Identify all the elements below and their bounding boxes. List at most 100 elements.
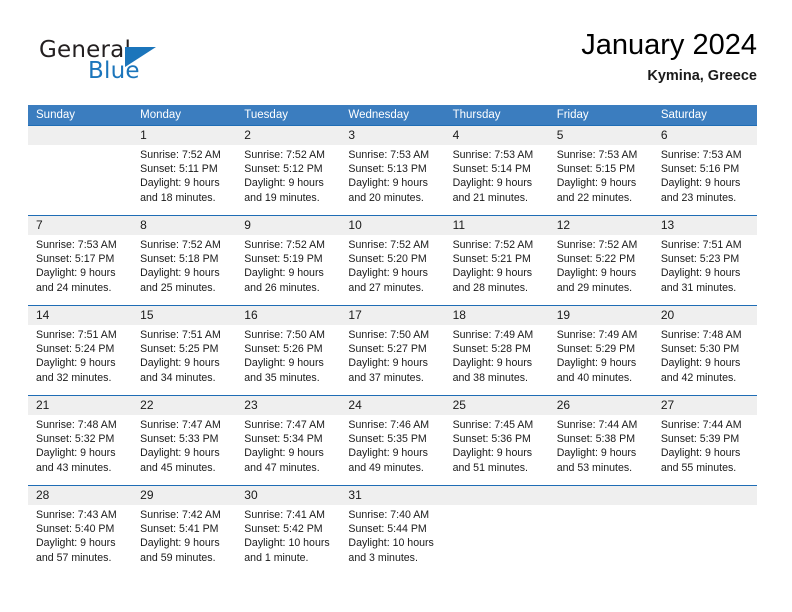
- day-number[interactable]: 17: [340, 306, 444, 325]
- sunset-text: Sunset: 5:19 PM: [244, 253, 323, 266]
- day-number[interactable]: [445, 486, 549, 505]
- daylight-text-line1: Daylight: 9 hours: [348, 267, 428, 280]
- day-cell[interactable]: Sunrise: 7:51 AM Sunset: 5:25 PM Dayligh…: [132, 325, 236, 395]
- day-cell[interactable]: Sunrise: 7:52 AM Sunset: 5:20 PM Dayligh…: [340, 235, 444, 305]
- daylight-text-line1: Daylight: 9 hours: [244, 267, 324, 280]
- day-cell[interactable]: Sunrise: 7:52 AM Sunset: 5:11 PM Dayligh…: [132, 145, 236, 215]
- sunrise-text: Sunrise: 7:53 AM: [348, 149, 430, 161]
- daylight-text-line2: and 31 minutes.: [660, 281, 737, 294]
- day-number[interactable]: 22: [132, 396, 236, 415]
- day-cell[interactable]: Sunrise: 7:51 AM Sunset: 5:24 PM Dayligh…: [28, 325, 132, 395]
- day-cell[interactable]: Sunrise: 7:53 AM Sunset: 5:15 PM Dayligh…: [549, 145, 653, 215]
- day-number[interactable]: 7: [28, 216, 132, 235]
- day-cell[interactable]: Sunrise: 7:53 AM Sunset: 5:13 PM Dayligh…: [340, 145, 444, 215]
- sunrise-text: Sunrise: 7:48 AM: [660, 329, 742, 341]
- day-cell[interactable]: Sunrise: 7:44 AM Sunset: 5:39 PM Dayligh…: [653, 415, 757, 485]
- daylight-text-line2: and 45 minutes.: [140, 461, 216, 474]
- day-cell[interactable]: Sunrise: 7:45 AM Sunset: 5:36 PM Dayligh…: [445, 415, 549, 485]
- day-number[interactable]: 20: [653, 306, 757, 325]
- day-number[interactable]: 6: [653, 126, 757, 145]
- daylight-text-line1: Daylight: 9 hours: [140, 177, 220, 190]
- day-cell[interactable]: Sunrise: 7:46 AM Sunset: 5:35 PM Dayligh…: [340, 415, 444, 485]
- daylight-text-line2: and 3 minutes.: [348, 551, 418, 564]
- day-cell[interactable]: Sunrise: 7:48 AM Sunset: 5:30 PM Dayligh…: [653, 325, 757, 395]
- day-number[interactable]: 26: [549, 396, 653, 415]
- day-number[interactable]: 23: [236, 396, 340, 415]
- day-cell[interactable]: Sunrise: 7:52 AM Sunset: 5:12 PM Dayligh…: [236, 145, 340, 215]
- sunrise-text: Sunrise: 7:47 AM: [140, 419, 221, 431]
- daylight-text-line2: and 35 minutes.: [244, 371, 320, 384]
- day-number[interactable]: 16: [236, 306, 340, 325]
- day-cell[interactable]: Sunrise: 7:42 AM Sunset: 5:41 PM Dayligh…: [132, 505, 236, 575]
- day-cell[interactable]: Sunrise: 7:48 AM Sunset: 5:32 PM Dayligh…: [28, 415, 132, 485]
- sunset-text: Sunset: 5:41 PM: [140, 523, 219, 536]
- day-number[interactable]: 10: [340, 216, 444, 235]
- day-cell[interactable]: Sunrise: 7:44 AM Sunset: 5:38 PM Dayligh…: [549, 415, 653, 485]
- day-cell[interactable]: Sunrise: 7:43 AM Sunset: 5:40 PM Dayligh…: [28, 505, 132, 575]
- day-cell[interactable]: Sunrise: 7:49 AM Sunset: 5:29 PM Dayligh…: [549, 325, 653, 395]
- day-number[interactable]: 18: [445, 306, 549, 325]
- day-cell[interactable]: Sunrise: 7:49 AM Sunset: 5:28 PM Dayligh…: [445, 325, 549, 395]
- daylight-text-line2: and 1 minute.: [244, 551, 309, 564]
- sunset-text: Sunset: 5:18 PM: [140, 253, 219, 266]
- day-number[interactable]: 5: [549, 126, 653, 145]
- week-detail-row: Sunrise: 7:51 AM Sunset: 5:24 PM Dayligh…: [28, 325, 757, 395]
- day-cell[interactable]: Sunrise: 7:50 AM Sunset: 5:26 PM Dayligh…: [236, 325, 340, 395]
- day-cell[interactable]: Sunrise: 7:40 AM Sunset: 5:44 PM Dayligh…: [340, 505, 444, 575]
- day-number[interactable]: 19: [549, 306, 653, 325]
- day-number[interactable]: [653, 486, 757, 505]
- brand-logo[interactable]: General Blue: [28, 32, 248, 94]
- day-cell[interactable]: [445, 505, 549, 575]
- day-cell[interactable]: Sunrise: 7:47 AM Sunset: 5:34 PM Dayligh…: [236, 415, 340, 485]
- day-cell[interactable]: Sunrise: 7:52 AM Sunset: 5:22 PM Dayligh…: [549, 235, 653, 305]
- day-number[interactable]: [28, 126, 132, 145]
- day-cell[interactable]: Sunrise: 7:52 AM Sunset: 5:19 PM Dayligh…: [236, 235, 340, 305]
- day-number[interactable]: 2: [236, 126, 340, 145]
- day-number[interactable]: 12: [549, 216, 653, 235]
- day-number[interactable]: 9: [236, 216, 340, 235]
- day-cell[interactable]: Sunrise: 7:51 AM Sunset: 5:23 PM Dayligh…: [653, 235, 757, 305]
- sunset-text: Sunset: 5:28 PM: [452, 343, 531, 356]
- day-number[interactable]: 30: [236, 486, 340, 505]
- day-number[interactable]: 27: [653, 396, 757, 415]
- day-cell[interactable]: [653, 505, 757, 575]
- daylight-text-line1: Daylight: 9 hours: [244, 177, 324, 190]
- day-cell[interactable]: Sunrise: 7:47 AM Sunset: 5:33 PM Dayligh…: [132, 415, 236, 485]
- sunrise-text: Sunrise: 7:46 AM: [348, 419, 430, 431]
- day-cell[interactable]: Sunrise: 7:53 AM Sunset: 5:16 PM Dayligh…: [653, 145, 757, 215]
- day-number[interactable]: 11: [445, 216, 549, 235]
- sunrise-text: Sunrise: 7:41 AM: [244, 509, 325, 521]
- weekday-header-friday: Friday: [556, 109, 589, 121]
- day-cell[interactable]: Sunrise: 7:41 AM Sunset: 5:42 PM Dayligh…: [236, 505, 340, 575]
- day-number[interactable]: 28: [28, 486, 132, 505]
- day-cell[interactable]: Sunrise: 7:53 AM Sunset: 5:17 PM Dayligh…: [28, 235, 132, 305]
- day-number[interactable]: 8: [132, 216, 236, 235]
- day-number[interactable]: 1: [132, 126, 236, 145]
- day-number[interactable]: 29: [132, 486, 236, 505]
- day-cell[interactable]: Sunrise: 7:53 AM Sunset: 5:14 PM Dayligh…: [445, 145, 549, 215]
- day-number[interactable]: 14: [28, 306, 132, 325]
- day-number[interactable]: 4: [445, 126, 549, 145]
- day-cell[interactable]: [549, 505, 653, 575]
- sunset-text: Sunset: 5:20 PM: [348, 253, 427, 266]
- sunset-text: Sunset: 5:11 PM: [140, 163, 218, 176]
- daylight-text-line1: Daylight: 9 hours: [660, 357, 741, 370]
- sunrise-text: Sunrise: 7:53 AM: [452, 149, 534, 161]
- day-number[interactable]: 13: [653, 216, 757, 235]
- day-number[interactable]: 31: [340, 486, 444, 505]
- daylight-text-line2: and 51 minutes.: [452, 461, 528, 474]
- day-cell[interactable]: Sunrise: 7:52 AM Sunset: 5:21 PM Dayligh…: [445, 235, 549, 305]
- day-number[interactable]: 21: [28, 396, 132, 415]
- daylight-text-line1: Daylight: 9 hours: [348, 447, 428, 460]
- day-number[interactable]: 3: [340, 126, 444, 145]
- sunset-text: Sunset: 5:29 PM: [556, 343, 636, 356]
- day-cell[interactable]: Sunrise: 7:50 AM Sunset: 5:27 PM Dayligh…: [340, 325, 444, 395]
- day-number[interactable]: 24: [340, 396, 444, 415]
- day-number[interactable]: 25: [445, 396, 549, 415]
- day-number[interactable]: [549, 486, 653, 505]
- daylight-text-line1: Daylight: 9 hours: [244, 447, 324, 460]
- sunset-text: Sunset: 5:25 PM: [140, 343, 219, 356]
- day-cell[interactable]: [28, 145, 132, 215]
- day-number[interactable]: 15: [132, 306, 236, 325]
- day-cell[interactable]: Sunrise: 7:52 AM Sunset: 5:18 PM Dayligh…: [132, 235, 236, 305]
